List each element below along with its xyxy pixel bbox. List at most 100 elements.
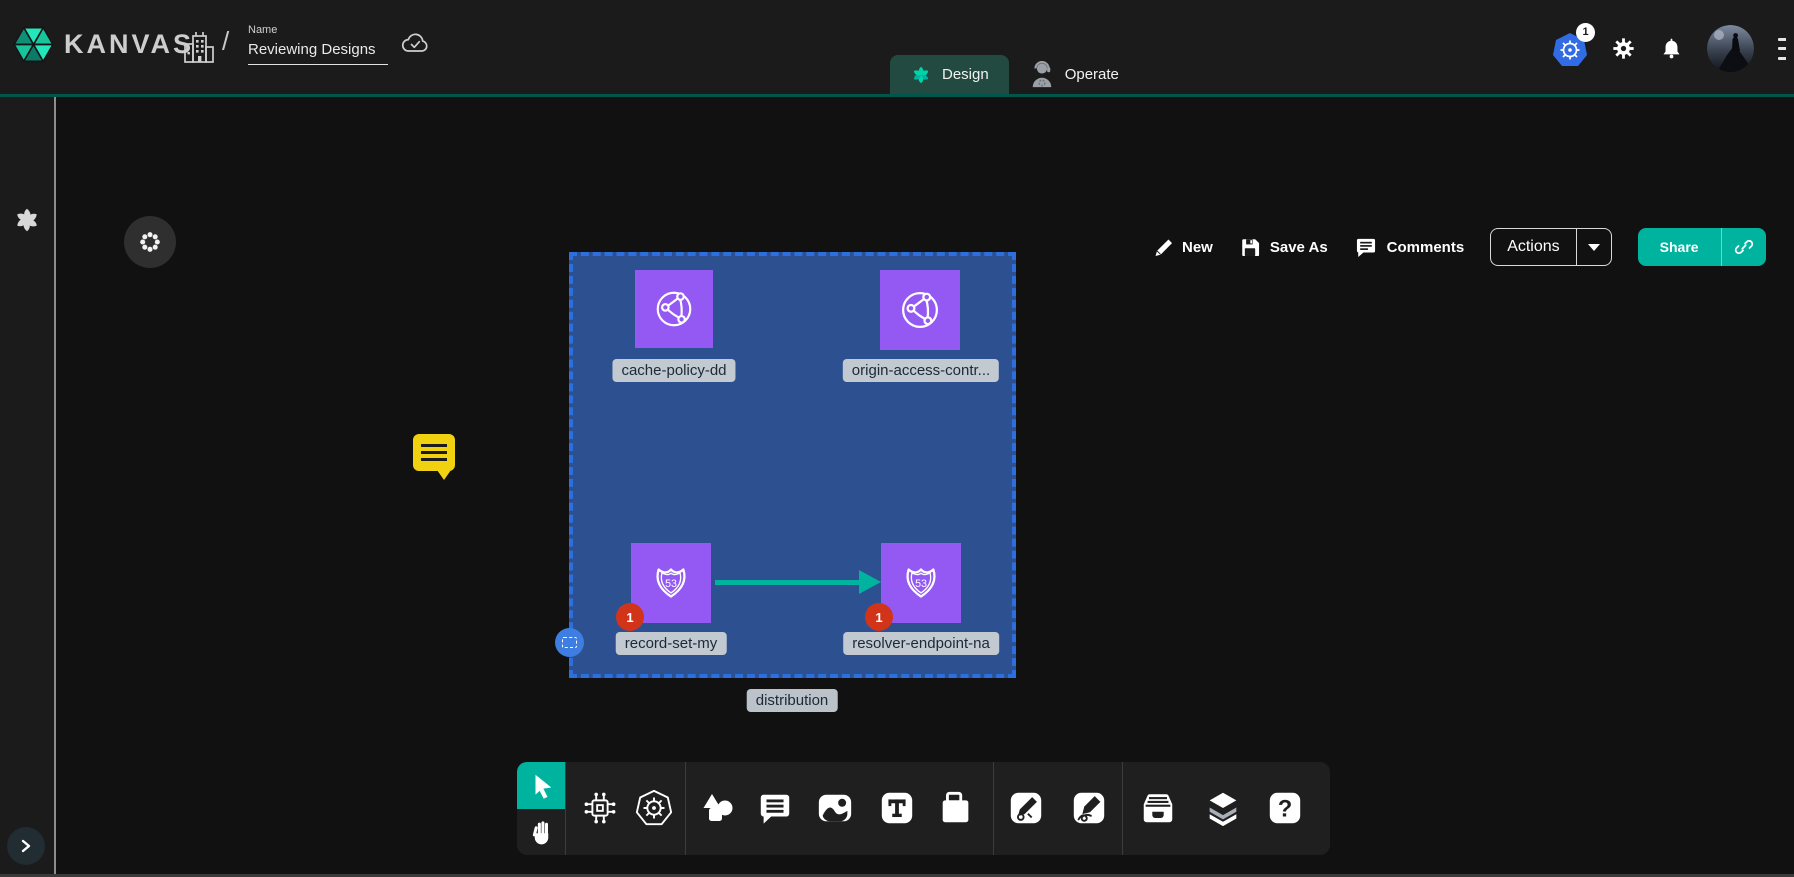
- save-floppy-icon: [1239, 236, 1261, 258]
- breadcrumb-separator: /: [222, 26, 229, 57]
- edge-record-to-resolver[interactable]: [715, 580, 861, 585]
- hand-icon: [529, 819, 554, 846]
- share-button[interactable]: Share: [1638, 228, 1721, 266]
- pencil-scribble-icon: [1070, 789, 1108, 827]
- comments-icon: [1354, 236, 1378, 258]
- k8s-context-badge: 1: [1576, 23, 1595, 42]
- design-canvas[interactable]: New Save As Comments: [56, 100, 1794, 877]
- save-as-button[interactable]: Save As: [1239, 236, 1328, 258]
- svg-text:53: 53: [665, 578, 677, 590]
- design-name-input[interactable]: [248, 39, 388, 65]
- group-label-distribution[interactable]: distribution: [747, 689, 838, 712]
- chevron-right-icon: [19, 839, 33, 853]
- cloud-sync-icon: [401, 32, 429, 54]
- copy-link-button[interactable]: [1721, 228, 1766, 266]
- node-origin-access-control[interactable]: [880, 270, 960, 350]
- chip-icon: [580, 788, 620, 828]
- operate-tab-icon: [1029, 61, 1055, 89]
- image-icon: [815, 789, 855, 827]
- question-mark-icon: ?: [1266, 789, 1304, 827]
- flower-icon: [137, 229, 163, 255]
- toolbar-divider: [565, 762, 566, 855]
- hamburger-menu-icon[interactable]: [1778, 38, 1786, 60]
- group-select-handle[interactable]: [555, 628, 584, 657]
- kanvas-app: KANVAS / Name: [0, 0, 1794, 877]
- save-as-label: Save As: [1270, 239, 1328, 256]
- name-field-label: Name: [248, 24, 388, 36]
- record-set-badge[interactable]: 1: [616, 603, 644, 631]
- share-label: Share: [1660, 239, 1699, 255]
- expand-sidebar-button[interactable]: [7, 827, 45, 865]
- kanvas-logo[interactable]: KANVAS: [13, 22, 194, 67]
- node-label-record-set[interactable]: record-set-my: [616, 632, 727, 655]
- actions-button[interactable]: Actions: [1491, 229, 1575, 265]
- distribution-group[interactable]: 53 53 1 1 cache-policy-dd origin-access-…: [569, 252, 1016, 678]
- header: KANVAS / Name: [0, 0, 1794, 97]
- text-tool[interactable]: [876, 787, 918, 829]
- svg-text:53: 53: [915, 578, 927, 590]
- image-tool[interactable]: [814, 787, 856, 829]
- organization-icon[interactable]: [182, 30, 216, 66]
- node-cache-policy[interactable]: [635, 270, 713, 348]
- comment-pin[interactable]: [413, 434, 455, 471]
- shapes-tool[interactable]: [696, 787, 738, 829]
- mode-tabs: Design Operate: [890, 55, 1139, 94]
- route53-shield-icon: 53: [894, 556, 948, 610]
- freehand-draw-tool[interactable]: [1068, 787, 1110, 829]
- notifications-bell-icon[interactable]: [1660, 36, 1683, 62]
- link-icon: [1733, 236, 1755, 258]
- globe-network-icon: [648, 283, 700, 335]
- layers-icon: [1203, 788, 1243, 828]
- actions-split-button: Actions: [1490, 228, 1611, 266]
- pan-tool[interactable]: [517, 809, 565, 855]
- comment-bubble-icon: [756, 790, 794, 826]
- drawer-icon: [1137, 789, 1179, 827]
- design-tab-icon: [910, 64, 932, 86]
- settings-gear-icon[interactable]: [1611, 36, 1636, 61]
- svg-text:?: ?: [1278, 796, 1293, 823]
- user-avatar[interactable]: [1707, 25, 1754, 72]
- components-tool[interactable]: [579, 787, 621, 829]
- actions-label: Actions: [1507, 238, 1559, 256]
- kubernetes-wheel-icon: [634, 788, 674, 828]
- dashed-rect-icon: [562, 637, 577, 648]
- caret-down-icon: [1588, 244, 1600, 251]
- help-tool[interactable]: ?: [1264, 787, 1306, 829]
- sticky-note-icon: [937, 789, 975, 827]
- canvas-toolbar: ?: [517, 762, 1330, 855]
- shapes-icon: [698, 789, 736, 827]
- left-sidebar: [0, 97, 54, 877]
- globe-network-icon: [893, 283, 947, 337]
- cursor-icon: [528, 771, 555, 801]
- node-label-cache-policy[interactable]: cache-policy-dd: [612, 359, 735, 382]
- kubernetes-tool[interactable]: [633, 787, 675, 829]
- header-right-actions: 1: [1553, 0, 1786, 97]
- canvas-settings-button[interactable]: [124, 216, 176, 268]
- node-resolver-endpoint[interactable]: 53: [881, 543, 961, 623]
- select-tool[interactable]: [517, 762, 565, 809]
- toolbar-divider: [993, 762, 994, 855]
- tab-design[interactable]: Design: [890, 55, 1009, 94]
- new-button[interactable]: New: [1151, 236, 1213, 258]
- resolver-endpoint-badge[interactable]: 1: [865, 603, 893, 631]
- pen-tool[interactable]: [1005, 787, 1047, 829]
- toolbar-divider: [685, 762, 686, 855]
- toolbar-divider: [1122, 762, 1123, 855]
- layers-tool[interactable]: [1202, 787, 1244, 829]
- edge-arrowhead: [859, 570, 881, 594]
- canvas-action-bar: New Save As Comments: [1151, 228, 1794, 266]
- k8s-context-switcher[interactable]: 1: [1553, 31, 1587, 67]
- node-label-origin-access[interactable]: origin-access-contr...: [843, 359, 999, 382]
- drafting-pen-icon: [1007, 789, 1045, 827]
- archive-tool[interactable]: [1137, 787, 1179, 829]
- new-label: New: [1182, 239, 1213, 256]
- meshery-swirl-icon[interactable]: [12, 205, 42, 235]
- actions-dropdown-toggle[interactable]: [1576, 229, 1611, 265]
- comments-button[interactable]: Comments: [1354, 236, 1465, 258]
- logo-text: KANVAS: [64, 29, 194, 60]
- sticky-note-tool[interactable]: [935, 787, 977, 829]
- tab-operate[interactable]: Operate: [1009, 55, 1139, 94]
- comment-tool[interactable]: [754, 787, 796, 829]
- node-label-resolver-endpoint[interactable]: resolver-endpoint-na: [843, 632, 999, 655]
- design-name-field: Name: [248, 24, 388, 65]
